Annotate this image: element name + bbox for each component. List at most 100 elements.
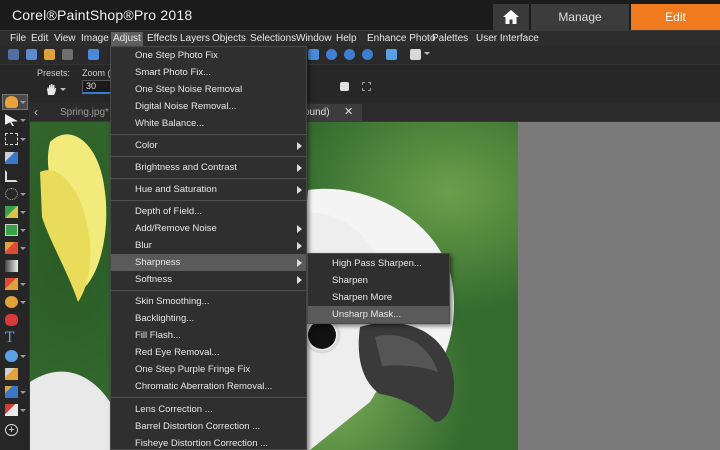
pen-tool-icon[interactable] — [5, 368, 18, 380]
menu-help[interactable]: Help — [334, 32, 359, 46]
tools-toolbar: T + — [0, 94, 30, 450]
open-folder-icon[interactable] — [44, 49, 55, 60]
menu-objects[interactable]: Objects — [210, 32, 248, 46]
zoom-out-icon[interactable] — [326, 49, 337, 60]
pan-hand-icon — [47, 84, 56, 95]
clone-tool-icon[interactable] — [5, 386, 18, 398]
document-icon[interactable] — [410, 49, 421, 60]
menu-hue-saturation-label: Hue and Saturation — [135, 184, 217, 195]
menu-image[interactable]: Image — [79, 32, 111, 46]
gradient-tool-icon[interactable] — [5, 260, 18, 272]
menu-one-step-noise-removal[interactable]: One Step Noise Removal — [111, 81, 306, 98]
eraser-tool-icon[interactable] — [5, 404, 18, 416]
straighten-tool-icon[interactable] — [5, 206, 18, 218]
menu-skin-smoothing[interactable]: Skin Smoothing... — [111, 293, 306, 310]
zoom-input[interactable]: 30 — [82, 80, 112, 94]
menu-backlighting[interactable]: Backlighting... — [111, 310, 306, 327]
shape-tool-icon[interactable] — [5, 350, 18, 362]
close-icon[interactable]: ✕ — [344, 104, 353, 121]
save-icon[interactable] — [88, 49, 99, 60]
menu-brightness-contrast[interactable]: Brightness and Contrast — [111, 159, 306, 176]
menu-barrel-distortion[interactable]: Barrel Distortion Correction ... — [111, 418, 306, 435]
menu-sharpen-more[interactable]: Sharpen More — [308, 289, 449, 306]
menu-sharpness[interactable]: Sharpness — [111, 254, 306, 271]
dropper-tool-icon[interactable] — [5, 152, 18, 164]
menu-enhance-photo[interactable]: Enhance Photo — [365, 32, 437, 46]
pick-tool-icon[interactable] — [5, 114, 18, 126]
chevron-right-icon — [297, 142, 302, 150]
menu-separator — [111, 134, 306, 135]
menu-palettes[interactable]: Palettes — [430, 32, 470, 46]
manage-tab[interactable]: Manage — [531, 4, 629, 30]
menu-window[interactable]: Window — [294, 32, 334, 46]
chevron-down-icon — [20, 138, 26, 141]
menu-user-interface[interactable]: User Interface — [474, 32, 541, 46]
paint-tool-icon[interactable] — [5, 278, 18, 290]
chevron-down-icon — [20, 247, 26, 250]
menu-color-label: Color — [135, 140, 158, 151]
menu-red-eye-removal[interactable]: Red Eye Removal... — [111, 344, 306, 361]
home-button[interactable] — [493, 4, 529, 30]
menu-smart-photo-fix[interactable]: Smart Photo Fix... — [111, 64, 306, 81]
menu-purple-fringe-fix[interactable]: One Step Purple Fringe Fix — [111, 361, 306, 378]
red-eye-tool-icon[interactable] — [5, 314, 18, 326]
chevron-down-icon — [20, 301, 26, 304]
chevron-down-icon — [20, 101, 26, 104]
menu-unsharp-mask[interactable]: Unsharp Mask... — [308, 306, 449, 323]
menu-color[interactable]: Color — [111, 137, 306, 154]
chevron-left-icon[interactable]: ‹ — [34, 105, 38, 119]
standard-toolbar — [0, 46, 720, 64]
chevron-down-icon — [20, 211, 26, 214]
menu-separator — [111, 178, 306, 179]
browse-icon[interactable] — [62, 49, 73, 60]
zoom-out-icon[interactable] — [344, 49, 355, 60]
grid-icon[interactable] — [26, 49, 37, 60]
text-tool-icon[interactable]: T — [5, 331, 14, 345]
menu-adjust[interactable]: Adjust — [111, 32, 143, 46]
menu-edit[interactable]: Edit — [29, 32, 50, 46]
chevron-down-icon[interactable] — [424, 52, 430, 55]
new-file-icon[interactable] — [8, 49, 19, 60]
menu-view[interactable]: View — [52, 32, 78, 46]
sharpness-submenu: High Pass Sharpen... Sharpen Sharpen Mor… — [307, 253, 450, 324]
reset-icon[interactable] — [340, 82, 349, 91]
chevron-down-icon — [20, 283, 26, 286]
chevron-down-icon — [20, 229, 26, 232]
crop-tool-icon[interactable] — [5, 170, 18, 182]
menu-file[interactable]: File — [8, 32, 28, 46]
menu-sharpen[interactable]: Sharpen — [308, 272, 449, 289]
lasso-tool-icon[interactable] — [5, 188, 18, 200]
selection-icon[interactable] — [362, 82, 371, 91]
menu-one-step-photo-fix[interactable]: One Step Photo Fix — [111, 47, 306, 64]
menu-digital-noise-removal[interactable]: Digital Noise Removal... — [111, 98, 306, 115]
menu-depth-of-field[interactable]: Depth of Field... — [111, 203, 306, 220]
menu-fill-flash[interactable]: Fill Flash... — [111, 327, 306, 344]
workspace-background — [518, 122, 720, 450]
preset-selector[interactable] — [44, 82, 66, 96]
fit-window-icon[interactable] — [308, 49, 319, 60]
adjust-menu: One Step Photo Fix Smart Photo Fix... On… — [110, 46, 307, 450]
edit-tab[interactable]: Edit — [631, 4, 720, 30]
menu-layers[interactable]: Layers — [178, 32, 212, 46]
menu-lens-correction[interactable]: Lens Correction ... — [111, 401, 306, 418]
menu-hue-saturation[interactable]: Hue and Saturation — [111, 181, 306, 198]
menu-softness[interactable]: Softness — [111, 271, 306, 288]
menu-blur[interactable]: Blur — [111, 237, 306, 254]
menu-separator — [111, 156, 306, 157]
menu-fisheye-distortion[interactable]: Fisheye Distortion Correction ... — [111, 435, 306, 450]
actual-size-icon[interactable] — [386, 49, 397, 60]
menu-brightness-contrast-label: Brightness and Contrast — [135, 162, 237, 173]
menu-effects[interactable]: Effects — [145, 32, 179, 46]
menu-high-pass-sharpen[interactable]: High Pass Sharpen... — [308, 255, 449, 272]
zoom-in-icon[interactable] — [362, 49, 373, 60]
brush-tool-icon[interactable] — [5, 242, 18, 254]
menu-selections[interactable]: Selections — [248, 32, 298, 46]
menu-white-balance[interactable]: White Balance... — [111, 115, 306, 132]
add-tool-icon[interactable]: + — [5, 424, 18, 436]
menu-add-remove-noise[interactable]: Add/Remove Noise — [111, 220, 306, 237]
menu-chromatic-aberration[interactable]: Chromatic Aberration Removal... — [111, 378, 306, 395]
selection-tool-icon[interactable] — [5, 133, 18, 145]
fill-tool-icon[interactable] — [5, 296, 18, 308]
chevron-right-icon — [297, 242, 302, 250]
text-frame-icon[interactable] — [5, 224, 18, 236]
